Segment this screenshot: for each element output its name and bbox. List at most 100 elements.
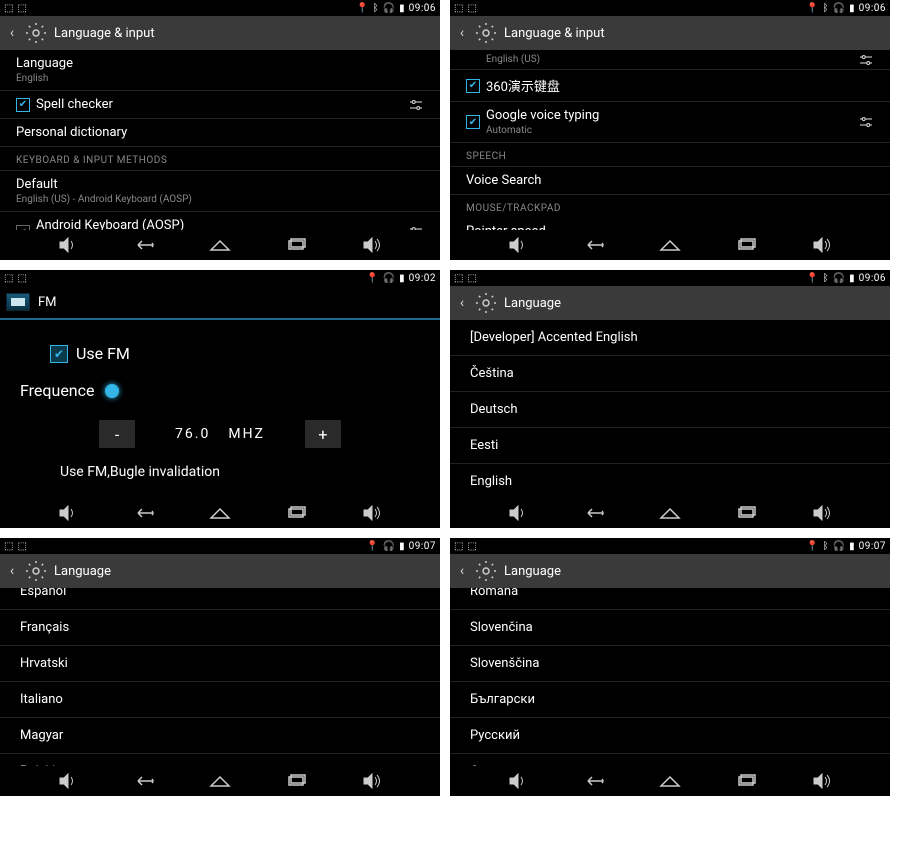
use-fm-row[interactable]: Use FM bbox=[50, 344, 420, 363]
list-item[interactable]: Italiano bbox=[0, 682, 440, 718]
pointer-speed-row[interactable]: Pointer speed bbox=[450, 218, 890, 230]
clock: 09:07 bbox=[409, 541, 436, 552]
checkbox-checked-icon[interactable]: ✔ bbox=[466, 115, 480, 129]
recent-nav-icon[interactable] bbox=[731, 771, 761, 791]
back-nav-icon[interactable] bbox=[129, 235, 159, 255]
list-item[interactable]: English bbox=[450, 464, 890, 498]
radio-selected-icon[interactable] bbox=[105, 384, 119, 398]
home-nav-icon[interactable] bbox=[205, 235, 235, 255]
back-nav-icon[interactable] bbox=[579, 235, 609, 255]
list-item[interactable]: Hrvatski bbox=[0, 646, 440, 682]
language-list[interactable]: Română Slovenčina Slovenščina Български … bbox=[450, 588, 890, 766]
language-list[interactable]: Español Français Hrvatski Italiano Magya… bbox=[0, 588, 440, 766]
plus-button[interactable]: + bbox=[305, 420, 341, 448]
list-item[interactable]: Polski bbox=[0, 754, 440, 766]
headphone-icon: 🎧 bbox=[833, 541, 845, 552]
frequence-row[interactable]: Frequence bbox=[20, 381, 420, 400]
checkbox-checked-icon[interactable]: ✔ bbox=[16, 98, 30, 112]
list-item[interactable]: Română bbox=[450, 588, 890, 610]
use-fm-label: Use FM bbox=[76, 344, 130, 363]
home-nav-icon[interactable] bbox=[205, 771, 235, 791]
list-item[interactable]: Српски bbox=[450, 754, 890, 766]
list-item[interactable]: Čeština bbox=[450, 356, 890, 392]
volume-down-icon[interactable] bbox=[53, 503, 83, 523]
volume-down-icon[interactable] bbox=[53, 771, 83, 791]
settings-sliders-icon[interactable] bbox=[406, 95, 426, 115]
recent-nav-icon[interactable] bbox=[731, 235, 761, 255]
list-item[interactable]: Slovenščina bbox=[450, 646, 890, 682]
google-voice-typing-row[interactable]: ✔ Google voice typing Automatic bbox=[450, 102, 890, 143]
recent-nav-icon[interactable] bbox=[281, 503, 311, 523]
list-item[interactable]: Deutsch bbox=[450, 392, 890, 428]
headphone-icon: 🎧 bbox=[383, 541, 395, 552]
aosp-row[interactable]: ✔ Android Keyboard (AOSP) English (US) bbox=[0, 212, 440, 230]
gear-icon bbox=[24, 21, 48, 45]
list-item[interactable]: Eesti bbox=[450, 428, 890, 464]
english-us-value: English (US) bbox=[486, 54, 874, 65]
home-nav-icon[interactable] bbox=[655, 235, 685, 255]
back-nav-icon[interactable] bbox=[579, 503, 609, 523]
prev-item-cut[interactable]: English (US) bbox=[450, 50, 890, 70]
volume-down-icon[interactable] bbox=[53, 235, 83, 255]
list-item[interactable]: Slovenčina bbox=[450, 610, 890, 646]
list-item[interactable]: [Developer] Accented English bbox=[450, 320, 890, 356]
clock: 09:07 bbox=[859, 541, 886, 552]
volume-up-icon[interactable] bbox=[357, 771, 387, 791]
settings-sliders-icon[interactable] bbox=[856, 50, 876, 70]
language-label: Language bbox=[16, 56, 424, 71]
checkbox-checked-icon[interactable]: ✔ bbox=[466, 79, 480, 93]
language-row[interactable]: Language English bbox=[0, 50, 440, 91]
volume-up-icon[interactable] bbox=[357, 235, 387, 255]
volume-up-icon[interactable] bbox=[807, 503, 837, 523]
home-nav-icon[interactable] bbox=[655, 503, 685, 523]
list-item[interactable]: Español bbox=[0, 588, 440, 610]
default-row[interactable]: Default English (US) - Android Keyboard … bbox=[0, 171, 440, 212]
volume-up-icon[interactable] bbox=[807, 771, 837, 791]
settings-sliders-icon[interactable] bbox=[406, 222, 426, 230]
settings-sliders-icon[interactable] bbox=[856, 112, 876, 132]
gear-icon bbox=[474, 559, 498, 583]
back-icon[interactable]: ‹ bbox=[456, 25, 468, 41]
voice-search-row[interactable]: Voice Search bbox=[450, 167, 890, 195]
volume-up-icon[interactable] bbox=[807, 235, 837, 255]
volume-up-icon[interactable] bbox=[357, 503, 387, 523]
list-item[interactable]: Magyar bbox=[0, 718, 440, 754]
screen-language-input-1: ⬚ ⬚ 📍 ᛒ 🎧 ▮ 09:06 ‹ Language & input Lan… bbox=[0, 0, 440, 260]
gvt-label: Google voice typing bbox=[486, 108, 599, 123]
back-icon[interactable]: ‹ bbox=[456, 563, 468, 579]
checkbox-checked-icon[interactable]: ✔ bbox=[16, 225, 30, 230]
gear-icon bbox=[474, 21, 498, 45]
headphone-icon: 🎧 bbox=[833, 273, 845, 284]
home-nav-icon[interactable] bbox=[655, 771, 685, 791]
volume-down-icon[interactable] bbox=[503, 503, 533, 523]
back-icon[interactable]: ‹ bbox=[456, 295, 468, 311]
gvt-value: Automatic bbox=[486, 125, 599, 136]
back-icon[interactable]: ‹ bbox=[6, 25, 18, 41]
home-nav-icon[interactable] bbox=[205, 503, 235, 523]
language-list[interactable]: [Developer] Accented English Čeština Deu… bbox=[450, 320, 890, 498]
ime-360-row[interactable]: ✔ 360演示键盘 bbox=[450, 70, 890, 102]
status-bar: ⬚⬚ 📍ᛒ🎧▮ 09:06 bbox=[450, 0, 890, 16]
back-nav-icon[interactable] bbox=[129, 771, 159, 791]
recent-nav-icon[interactable] bbox=[281, 771, 311, 791]
screen-title: Language & input bbox=[54, 26, 155, 41]
back-nav-icon[interactable] bbox=[579, 771, 609, 791]
recent-nav-icon[interactable] bbox=[731, 503, 761, 523]
back-nav-icon[interactable] bbox=[129, 503, 159, 523]
recent-nav-icon[interactable] bbox=[281, 235, 311, 255]
location-icon: 📍 bbox=[366, 273, 378, 284]
checkbox-checked-icon[interactable] bbox=[50, 345, 68, 363]
fm-note: Use FM,Bugle invalidation bbox=[60, 464, 420, 480]
list-item[interactable]: Български bbox=[450, 682, 890, 718]
bluetooth-icon: ᛒ bbox=[823, 3, 829, 14]
list-item[interactable]: Français bbox=[0, 610, 440, 646]
volume-down-icon[interactable] bbox=[503, 235, 533, 255]
title-bar: FM bbox=[0, 286, 440, 320]
list-item[interactable]: Русский bbox=[450, 718, 890, 754]
back-icon[interactable]: ‹ bbox=[6, 563, 18, 579]
spell-checker-row[interactable]: ✔ Spell checker bbox=[0, 91, 440, 119]
screen-title: Language & input bbox=[504, 26, 605, 41]
personal-dictionary-row[interactable]: Personal dictionary bbox=[0, 119, 440, 147]
minus-button[interactable]: - bbox=[99, 420, 135, 448]
volume-down-icon[interactable] bbox=[503, 771, 533, 791]
